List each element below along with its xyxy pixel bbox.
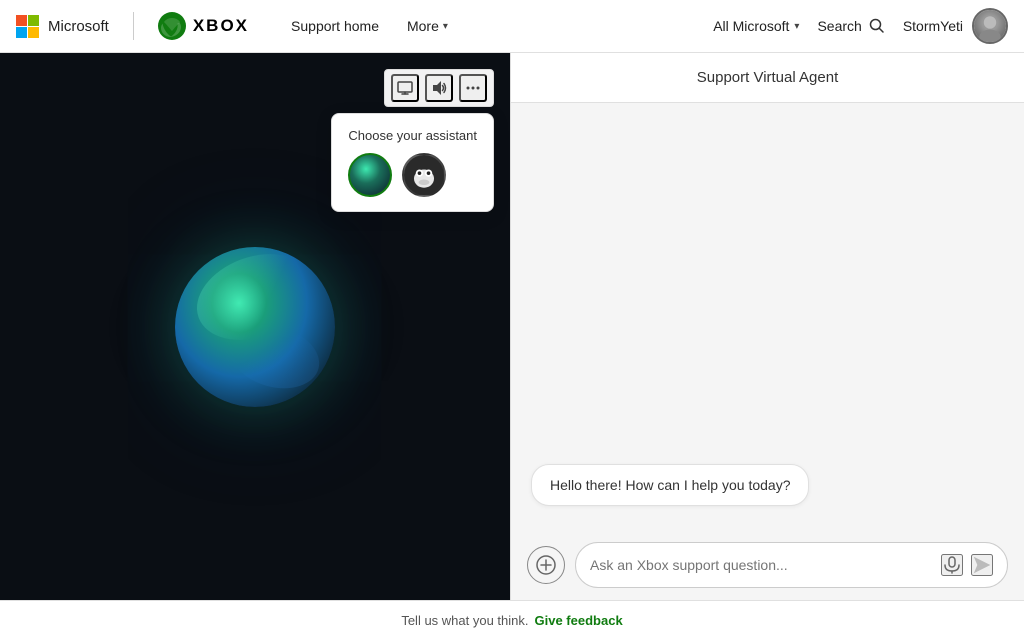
bot-message: Hello there! How can I help you today?: [531, 464, 809, 506]
all-microsoft-button[interactable]: All Microsoft ▾: [713, 18, 799, 34]
avatar-image: [974, 8, 1006, 44]
microphone-icon: [943, 556, 961, 574]
ms-tile-red: [16, 15, 27, 26]
left-panel: Choose your assistant: [0, 53, 510, 600]
avatar: [972, 8, 1008, 44]
screen-toggle-button[interactable]: [391, 74, 419, 102]
avatar-inner: [974, 10, 1006, 42]
avatar-orb: [175, 247, 335, 407]
ms-tile-blue: [16, 27, 27, 38]
chat-input-area: [511, 530, 1024, 600]
xbox-wordmark: XBOX: [193, 16, 249, 36]
assistant-options: [348, 153, 477, 197]
search-button[interactable]: Search: [817, 18, 884, 34]
chat-header: Support Virtual Agent: [511, 53, 1024, 103]
right-panel: Support Virtual Agent Hello there! How c…: [510, 53, 1024, 600]
assistant-option-2[interactable]: [402, 153, 446, 197]
search-icon: [869, 18, 885, 34]
more-options-button[interactable]: [459, 74, 487, 102]
chat-input-wrapper: [575, 542, 1008, 588]
nav-more[interactable]: More ▾: [393, 0, 462, 53]
speaker-icon: [431, 80, 447, 96]
nav-support-home[interactable]: Support home: [277, 0, 393, 53]
assistant-option-1[interactable]: [348, 153, 392, 197]
header-divider: [133, 12, 134, 40]
give-feedback-link[interactable]: Give feedback: [535, 613, 623, 628]
xbox-icon: [158, 12, 186, 40]
username: StormYeti: [903, 18, 963, 34]
microsoft-wordmark: Microsoft: [48, 18, 109, 35]
xbox-brand: XBOX: [158, 12, 249, 40]
footer: Tell us what you think. Give feedback: [0, 600, 1024, 640]
ellipsis-icon: [465, 80, 481, 96]
choose-assistant-title: Choose your assistant: [348, 128, 477, 143]
main-nav: Support home More ▾: [277, 0, 462, 53]
yeti-assistant-icon: [404, 153, 444, 197]
footer-text: Tell us what you think.: [401, 613, 528, 628]
send-button[interactable]: [971, 554, 993, 576]
microsoft-logo: [16, 15, 38, 37]
microphone-button[interactable]: [941, 554, 963, 576]
chat-messages: Hello there! How can I help you today?: [511, 103, 1024, 530]
add-attachment-button[interactable]: [527, 546, 565, 584]
send-icon: [973, 556, 991, 574]
more-chevron-icon: ▾: [443, 21, 448, 32]
screen-icon: [397, 80, 413, 96]
ms-tile-green: [28, 15, 39, 26]
left-panel-toolbar: [384, 69, 494, 107]
add-icon: [536, 555, 556, 575]
user-area[interactable]: StormYeti: [903, 8, 1008, 44]
header-right: All Microsoft ▾ Search StormYeti: [713, 8, 1008, 44]
main-content: Choose your assistant Suppo: [0, 53, 1024, 600]
speaker-button[interactable]: [425, 74, 453, 102]
header: Microsoft XBOX Support home More ▾ All M…: [0, 0, 1024, 53]
logo-area: Microsoft XBOX: [16, 12, 249, 40]
chat-input[interactable]: [590, 557, 933, 573]
choose-assistant-popup: Choose your assistant: [331, 113, 494, 212]
ms-tile-yellow: [28, 27, 39, 38]
all-microsoft-chevron-icon: ▾: [794, 21, 799, 32]
